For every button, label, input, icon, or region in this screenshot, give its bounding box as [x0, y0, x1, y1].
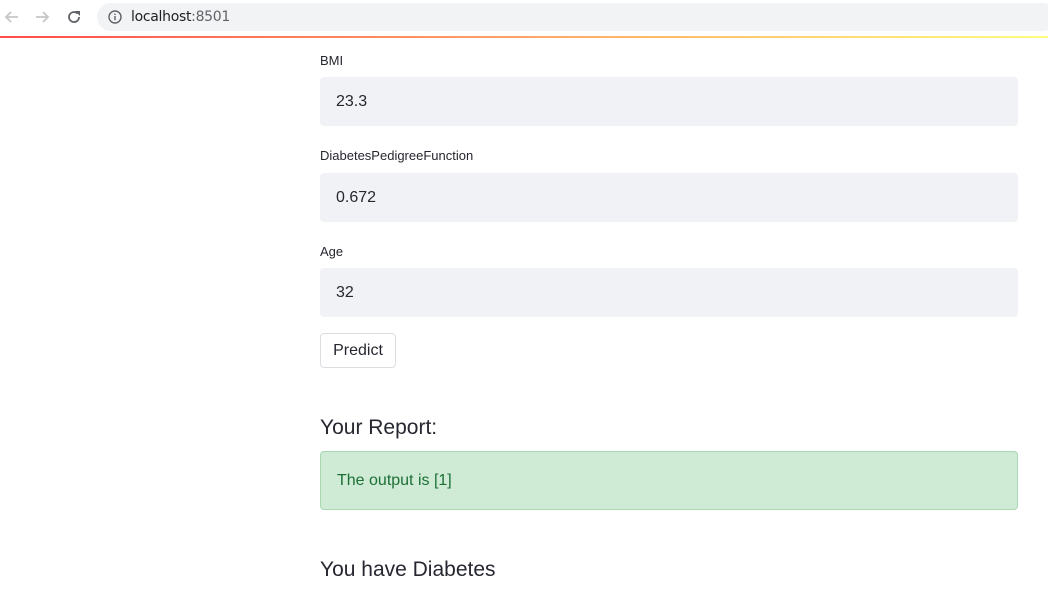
age-input[interactable]: 32 [320, 268, 1018, 317]
url-host: localhost [131, 9, 192, 25]
arrow-left-icon [4, 11, 18, 23]
browser-toolbar: localhost:8501 [0, 0, 1048, 36]
report-heading: Your Report: [320, 416, 438, 439]
address-bar[interactable]: localhost:8501 [97, 3, 1048, 31]
back-button[interactable] [1, 6, 23, 28]
output-text: The output is [1] [337, 471, 452, 489]
url-port: :8501 [191, 9, 231, 25]
diabetes-pedigree-function-label: DiabetesPedigreeFunction [320, 148, 474, 163]
url-text: localhost:8501 [131, 9, 230, 25]
app-decoration-bar [0, 36, 1048, 38]
diagnosis-result-text: You have Diabetes [320, 558, 496, 581]
bmi-input[interactable]: 23.3 [320, 77, 1018, 126]
age-label: Age [320, 244, 344, 259]
arrow-right-icon [36, 11, 50, 23]
bmi-label: BMI [320, 53, 344, 68]
predict-button[interactable]: Predict [320, 333, 396, 368]
forward-button[interactable] [31, 6, 53, 28]
reload-button[interactable] [63, 6, 85, 28]
reload-icon [68, 11, 80, 23]
info-icon[interactable] [107, 9, 123, 25]
output-success-alert: The output is [1] [320, 451, 1018, 510]
diabetes-pedigree-function-input[interactable]: 0.672 [320, 173, 1018, 222]
